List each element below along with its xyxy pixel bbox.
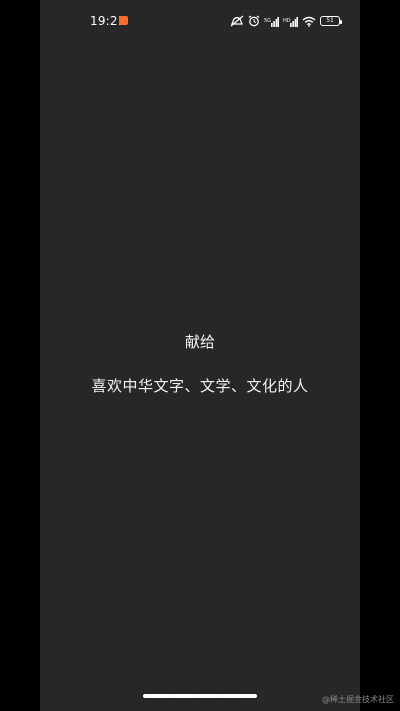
status-icons: 5G HD 51 — [230, 14, 342, 28]
signal-2-icon: HD — [283, 16, 298, 27]
dedication-title: 献给 — [184, 333, 215, 351]
svg-text:HD: HD — [283, 18, 291, 24]
dedication-text: 喜欢中华文字、文学、文化的人 — [91, 377, 309, 395]
phone-screen: 19:21 5G HD 51 献给 喜欢中华文字、文学、文化的人 — [40, 0, 360, 711]
status-bar: 19:21 5G HD 51 — [40, 12, 360, 30]
svg-text:5G: 5G — [264, 18, 271, 24]
battery-level: 51 — [326, 17, 334, 24]
watermark: @稀土掘金技术社区 — [322, 695, 394, 704]
signal-1-icon: 5G — [264, 16, 279, 27]
alarm-icon — [248, 15, 260, 27]
home-indicator[interactable] — [143, 694, 257, 698]
xiaomi-badge-icon — [119, 16, 128, 25]
silent-icon — [230, 15, 244, 27]
device-frame: 19:21 5G HD 51 献给 喜欢中华文字、文学、文化的人 @稀土掘金技术… — [0, 0, 400, 711]
battery-icon: 51 — [320, 16, 342, 26]
wifi-icon — [302, 16, 316, 27]
